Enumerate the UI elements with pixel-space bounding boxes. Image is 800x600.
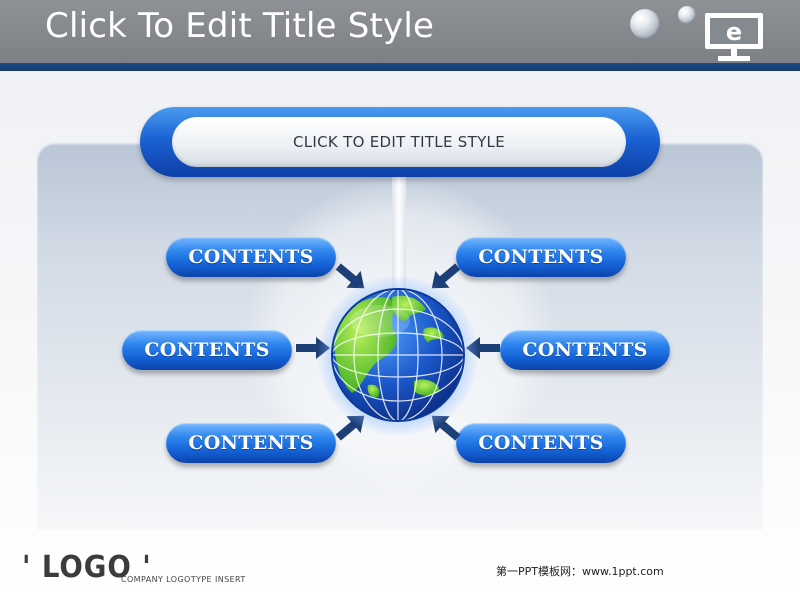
monitor-e-icon: e <box>703 10 765 64</box>
content-label: CONTENTS <box>478 246 604 268</box>
content-pill-bottom-left[interactable]: CONTENTS <box>166 423 336 463</box>
site-credit: 第一PPT模板网：www.1ppt.com <box>496 565 664 578</box>
bubble-icon <box>630 9 660 39</box>
content-label: CONTENTS <box>188 432 314 454</box>
logo-subtitle: COMPANY LOGOTYPE INSERT <box>121 575 246 584</box>
slide: Click To Edit Title Style e CLICK TO EDI… <box>0 0 800 600</box>
content-pill-top-right[interactable]: CONTENTS <box>456 237 626 277</box>
content-pill-bottom-right[interactable]: CONTENTS <box>456 423 626 463</box>
title-pill[interactable]: CLICK TO EDIT TITLE STYLE <box>172 117 626 167</box>
page-title[interactable]: Click To Edit Title Style <box>45 6 434 46</box>
content-label: CONTENTS <box>144 339 270 361</box>
header-bar: Click To Edit Title Style e <box>0 0 800 63</box>
content-pill-middle-right[interactable]: CONTENTS <box>500 330 670 370</box>
content-label: CONTENTS <box>478 432 604 454</box>
content-label: CONTENTS <box>522 339 648 361</box>
globe-icon <box>328 285 468 425</box>
diagram-title: CLICK TO EDIT TITLE STYLE <box>293 133 505 151</box>
content-pill-top-left[interactable]: CONTENTS <box>166 237 336 277</box>
bubble-icon <box>678 6 696 24</box>
content-pill-middle-left[interactable]: CONTENTS <box>122 330 292 370</box>
header-stripe <box>0 63 800 71</box>
content-label: CONTENTS <box>188 246 314 268</box>
monitor-letter: e <box>726 18 742 46</box>
